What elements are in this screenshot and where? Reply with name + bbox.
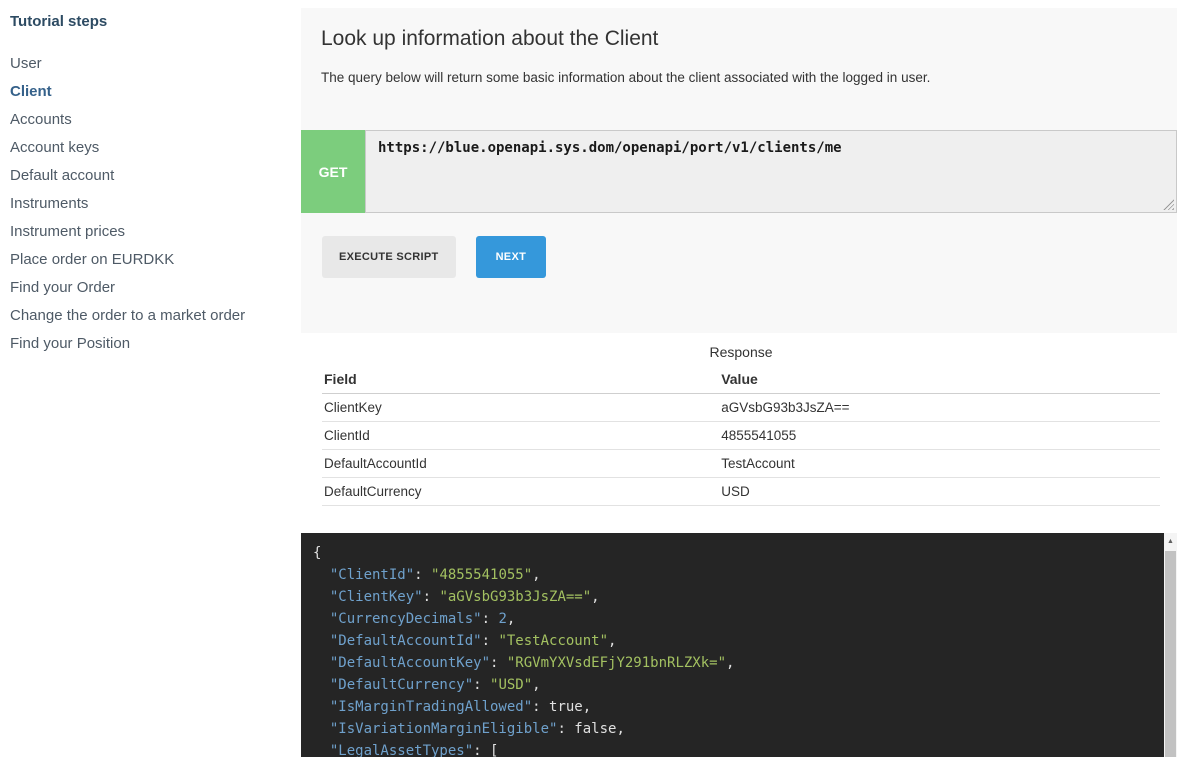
table-row: ClientId4855541055 [322,422,1160,450]
execute-script-button[interactable]: EXECUTE SCRIPT [322,236,456,278]
sidebar-item-instruments[interactable]: Instruments [0,190,300,218]
response-table: Field Value ClientKeyaGVsbG93b3JsZA==Cli… [322,369,1160,506]
sidebar-item-find-your-order[interactable]: Find your Order [0,274,300,302]
sidebar-item-default-account[interactable]: Default account [0,162,300,190]
request-url-input[interactable]: https://blue.openapi.sys.dom/openapi/por… [365,130,1177,213]
value-cell: TestAccount [719,450,1160,478]
next-button[interactable]: NEXT [476,236,547,278]
value-cell: aGVsbG93b3JsZA== [719,394,1160,422]
sidebar-item-account-keys[interactable]: Account keys [0,134,300,162]
code-line: { [313,542,1151,564]
api-request-row: GET https://blue.openapi.sys.dom/openapi… [301,130,1177,213]
sidebar-item-client[interactable]: Client [0,78,300,106]
response-section: Response Field Value ClientKeyaGVsbG93b3… [322,344,1160,506]
code-line: "IsMarginTradingAllowed": true, [313,696,1151,718]
field-cell: DefaultCurrency [322,478,719,506]
code-line: "IsVariationMarginEligible": false, [313,718,1151,740]
action-button-row: EXECUTE SCRIPT NEXT [322,236,546,278]
field-cell: DefaultAccountId [322,450,719,478]
code-line: "ClientKey": "aGVsbG93b3JsZA==", [313,586,1151,608]
column-header-field: Field [322,369,719,394]
code-line: "DefaultCurrency": "USD", [313,674,1151,696]
page-title: Look up information about the Client [321,27,1177,51]
request-url-wrap: https://blue.openapi.sys.dom/openapi/por… [365,130,1177,213]
response-caption: Response [322,344,1160,369]
code-line: "LegalAssetTypes": [ [313,740,1151,757]
response-json-code-block: { "ClientId": "4855541055", "ClientKey":… [301,533,1177,757]
sidebar-item-instrument-prices[interactable]: Instrument prices [0,218,300,246]
sidebar-item-place-order-on-eurdkk[interactable]: Place order on EURDKK [0,246,300,274]
json-code: { "ClientId": "4855541055", "ClientKey":… [301,533,1177,757]
code-scrollbar[interactable]: ▲ [1164,533,1177,757]
table-row: DefaultCurrencyUSD [322,478,1160,506]
page-description: The query below will return some basic i… [321,70,1157,85]
table-row: DefaultAccountIdTestAccount [322,450,1160,478]
code-line: "DefaultAccountKey": "RGVmYXVsdEFjY291bn… [313,652,1151,674]
scrollbar-thumb[interactable] [1165,551,1176,757]
field-cell: ClientKey [322,394,719,422]
column-header-value: Value [719,369,1160,394]
sidebar-title: Tutorial steps [10,13,300,30]
value-cell: 4855541055 [719,422,1160,450]
http-method-badge: GET [301,130,365,213]
sidebar-item-user[interactable]: User [0,50,300,78]
code-line: "DefaultAccountId": "TestAccount", [313,630,1151,652]
sidebar-item-change-the-order-to-a-market-order[interactable]: Change the order to a market order [0,302,300,330]
scrollbar-up-arrow-icon[interactable]: ▲ [1164,533,1177,549]
code-line: "CurrencyDecimals": 2, [313,608,1151,630]
sidebar-item-find-your-position[interactable]: Find your Position [0,330,300,358]
code-line: "ClientId": "4855541055", [313,564,1151,586]
tutorial-sidebar: Tutorial steps UserClientAccountsAccount… [0,0,300,30]
table-row: ClientKeyaGVsbG93b3JsZA== [322,394,1160,422]
sidebar-list: UserClientAccountsAccount keysDefault ac… [0,50,300,358]
tutorial-step-panel: Look up information about the Client The… [301,8,1177,333]
value-cell: USD [719,478,1160,506]
field-cell: ClientId [322,422,719,450]
sidebar-item-accounts[interactable]: Accounts [0,106,300,134]
